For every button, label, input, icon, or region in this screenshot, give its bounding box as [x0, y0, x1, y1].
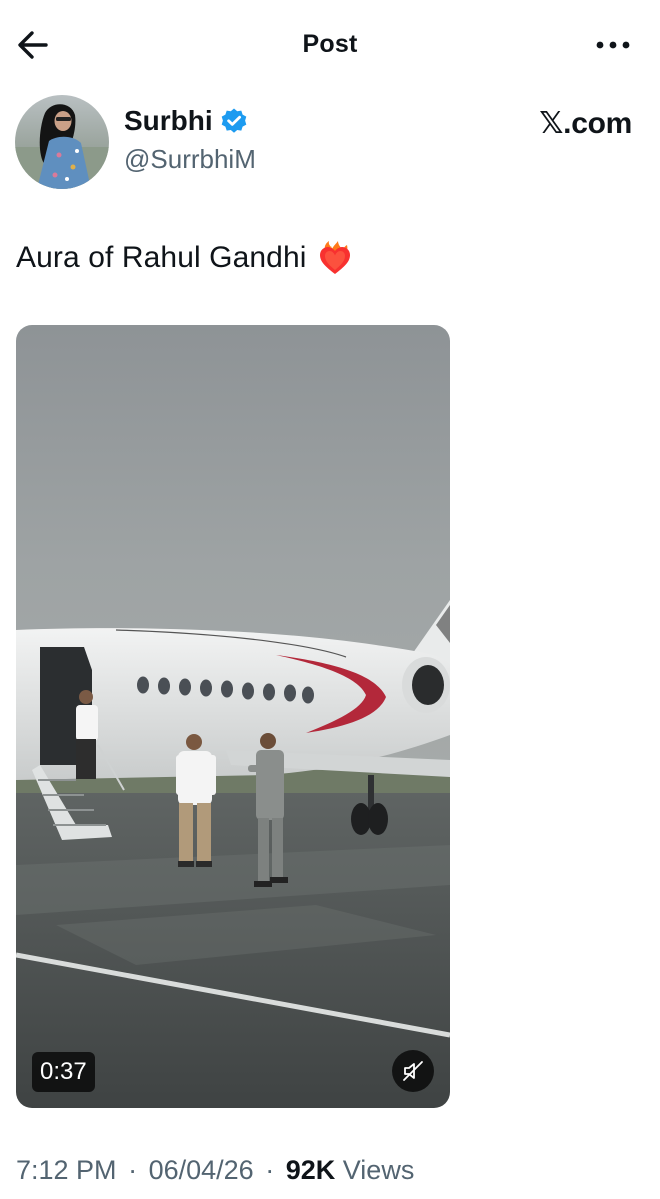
avatar[interactable]	[15, 95, 109, 189]
meta-separator: ·	[128, 1155, 138, 1185]
views-count[interactable]: 92K	[286, 1155, 336, 1185]
more-options-button[interactable]	[592, 30, 636, 60]
video-duration-badge: 0:37	[32, 1052, 95, 1092]
meta-separator: ·	[265, 1155, 275, 1185]
more-horizontal-icon	[596, 41, 630, 49]
speaker-muted-icon	[403, 1061, 423, 1081]
views-label: Views	[342, 1155, 415, 1185]
post-meta: 7:12 PM · 06/04/26 · 92K Views	[16, 1155, 414, 1186]
heart-on-fire-icon	[319, 241, 350, 274]
post-date[interactable]: 06/04/26	[149, 1155, 254, 1185]
post-page: Post Surbhi @SurrbhiM 𝕏.com Aura of Rahu…	[0, 0, 660, 1199]
avatar-image	[15, 95, 109, 189]
tweet-body: Aura of Rahul Gandhi	[16, 240, 353, 276]
watermark-domain: .com	[563, 107, 632, 140]
x-logo-icon: 𝕏	[539, 106, 564, 141]
author-name-row[interactable]: Surbhi	[124, 104, 248, 138]
tweet-text: Aura of Rahul Gandhi	[16, 241, 307, 274]
video-thumbnail	[16, 325, 450, 1108]
video-player[interactable]: 0:37	[16, 325, 450, 1108]
top-bar: Post	[0, 0, 660, 90]
author-name: Surbhi	[124, 105, 213, 136]
mute-toggle-button[interactable]	[392, 1050, 434, 1092]
verified-badge-icon	[221, 108, 246, 133]
author-handle[interactable]: @SurrbhiM	[124, 144, 256, 175]
page-title: Post	[302, 30, 358, 58]
x-com-watermark: 𝕏.com	[512, 106, 632, 141]
post-time[interactable]: 7:12 PM	[16, 1155, 117, 1185]
